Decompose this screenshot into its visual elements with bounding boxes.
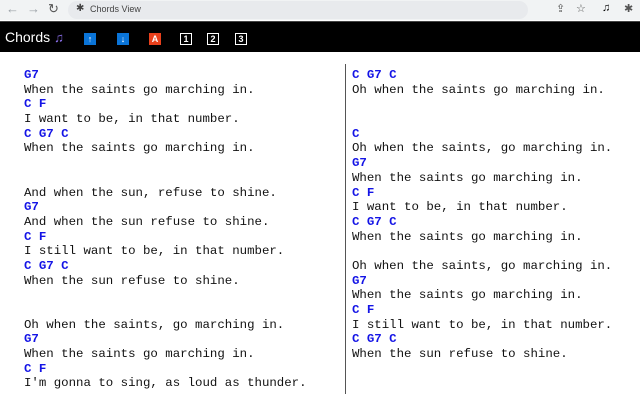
chord-line: G7	[24, 332, 39, 347]
app-title-text: Chords	[5, 29, 51, 45]
lyric-line: When the sun refuse to shine.	[24, 273, 240, 288]
lyric-line: When the saints go marching in.	[24, 82, 255, 97]
lyric-line: Oh when the saints go marching in.	[352, 82, 605, 97]
chord-line: C F	[24, 229, 47, 244]
lyric-line: Oh when the saints, go marching in.	[352, 141, 613, 156]
back-icon[interactable]: ←	[6, 1, 19, 16]
chord-line: C G7 C	[24, 258, 69, 273]
right-column: C G7 C Oh when the saints go marching in.…	[352, 68, 612, 362]
chord-line: C G7 C	[352, 214, 397, 229]
reload-icon[interactable]: ↻	[48, 1, 59, 17]
lyric-line: Oh when the saints, go marching in.	[24, 317, 285, 332]
lyric-line: When the saints go marching in.	[352, 170, 583, 185]
lyric-line: Oh when the saints, go marching in.	[352, 258, 613, 273]
column-1-button[interactable]: 1	[180, 33, 192, 45]
chord-line: C F	[24, 97, 47, 112]
column-3-button[interactable]: 3	[235, 33, 247, 45]
lyric-line: I want to be, in that number.	[352, 200, 568, 215]
chord-line: C F	[352, 185, 375, 200]
chord-line: G7	[352, 156, 367, 171]
forward-icon[interactable]: →	[27, 1, 40, 16]
browser-toolbar: ← → ↻ ✱ Chords View ⇪ ☆ ♫ ✱	[0, 0, 640, 20]
left-column: G7 When the saints go marching in. C FI wa…	[24, 68, 307, 391]
chord-line: C G7 C	[352, 332, 397, 347]
chord-line: G7	[24, 68, 39, 82]
lyric-line: I'm gonna to sing, as loud as thunder.	[24, 376, 307, 391]
page-title: Chords View	[90, 4, 141, 14]
auto-scroll-button[interactable]: A	[149, 33, 161, 45]
lyric-line: I still want to be, in that number.	[352, 317, 613, 332]
chord-line: C	[352, 126, 360, 141]
address-bar[interactable]: ✱ Chords View	[68, 1, 528, 19]
chord-line: C F	[352, 303, 375, 317]
lyric-line: When the saints go marching in.	[352, 229, 583, 244]
lyric-line: I want to be, in that number.	[24, 112, 240, 127]
chord-line: C G7 C	[352, 68, 397, 82]
chord-line: G7	[352, 273, 367, 288]
column-divider	[345, 64, 346, 394]
chord-line: C G7 C	[24, 126, 69, 141]
extensions-puzzle-icon[interactable]: ✱	[624, 2, 633, 15]
lyric-line: When the saints go marching in.	[24, 141, 255, 156]
lyric-line: And when the sun refuse to shine.	[24, 214, 270, 229]
music-notes-icon: ♫	[54, 30, 64, 45]
app-title: Chords ♫	[5, 29, 64, 45]
column-2-button[interactable]: 2	[207, 33, 219, 45]
chord-line: C F	[24, 361, 47, 376]
lyric-line: When the saints go marching in.	[352, 288, 583, 303]
lyric-line: When the sun refuse to shine.	[352, 347, 568, 362]
lyric-line: And when the sun, refuse to shine.	[24, 185, 277, 200]
share-icon[interactable]: ⇪	[556, 2, 565, 15]
music-extension-icon[interactable]: ♫	[602, 2, 610, 14]
transpose-down-button[interactable]: ↓	[117, 33, 129, 45]
chords-toolbar: Chords ♫ ↑ ↓ A 1 2 3	[0, 21, 640, 52]
extension-icon: ✱	[76, 3, 85, 14]
transpose-up-button[interactable]: ↑	[84, 33, 96, 45]
lyric-line: I still want to be, in that number.	[24, 244, 285, 259]
chord-line: G7	[24, 200, 39, 215]
lyric-line: When the saints go marching in.	[24, 347, 255, 362]
bookmark-star-icon[interactable]: ☆	[576, 2, 586, 15]
